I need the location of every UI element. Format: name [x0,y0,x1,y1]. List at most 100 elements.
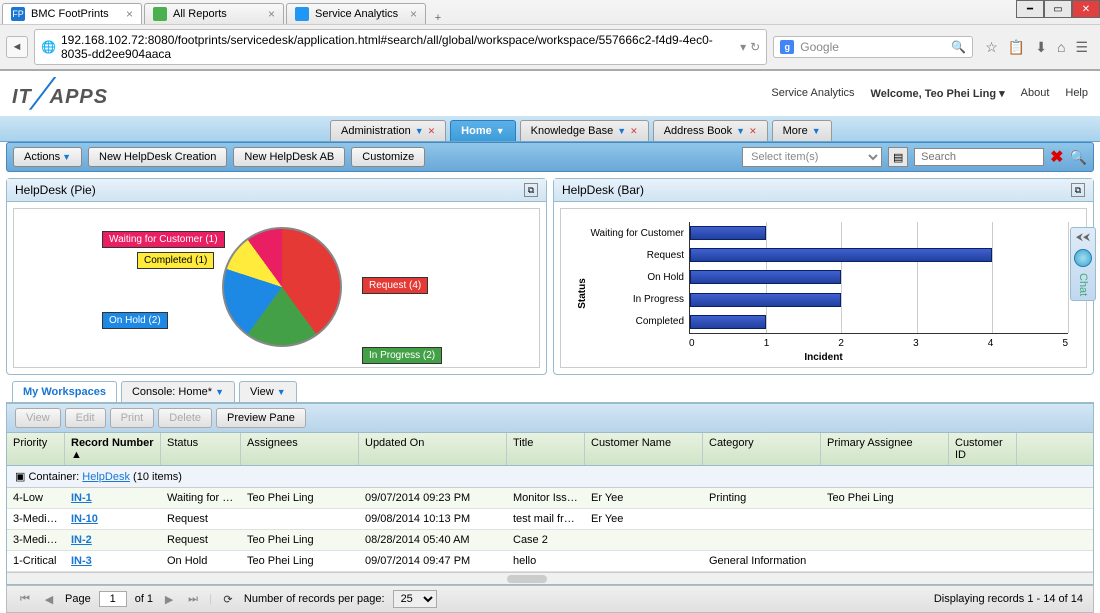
cell-updated: 08/28/2014 05:40 AM [359,530,507,550]
cell-category [703,530,821,550]
cell-assignees: Teo Phei Ling [241,530,359,550]
y-axis-label: Status [577,278,588,309]
cell-category [703,509,821,529]
tab-close-icon[interactable]: × [410,7,417,21]
new-helpdesk-ab-button[interactable]: New HelpDesk AB [233,147,345,167]
main-tab[interactable]: Administration▼✕ [330,120,446,141]
link-service-analytics[interactable]: Service Analytics [771,87,854,100]
browser-tab[interactable]: Service Analytics× [286,3,426,24]
dropdown-icon[interactable]: ▾ [740,40,746,54]
refresh-icon[interactable]: ⟳ [220,591,236,607]
col-title[interactable]: Title [507,433,585,465]
col-category[interactable]: Category [703,433,821,465]
popout-icon[interactable]: ⧉ [1071,183,1085,197]
close-tab-icon[interactable]: ✕ [630,126,638,137]
chat-sidebar[interactable]: ⮜⮜ Chat [1070,227,1096,301]
browser-tab[interactable]: FPBMC FootPrints× [2,3,142,24]
bar-rect [690,270,841,284]
home-icon[interactable]: ⌂ [1057,39,1065,56]
cell-customer [585,530,703,550]
pager-prev-icon[interactable]: ◀ [41,591,57,607]
actions-button[interactable]: Actions▼ [13,147,82,167]
window-close[interactable]: ✕ [1072,0,1100,18]
popout-icon[interactable]: ⧉ [524,183,538,197]
col-customer-name[interactable]: Customer Name [585,433,703,465]
preview-pane-button[interactable]: Preview Pane [216,408,306,428]
select-items-dropdown[interactable]: Select item(s) [742,147,882,167]
close-tab-icon[interactable]: ✕ [428,126,436,137]
table-row[interactable]: 3-MediumIN-2RequestTeo Phei Ling08/28/20… [7,530,1093,551]
pie-label-inprogress: In Progress (2) [362,347,442,364]
workspace-tab[interactable]: My Workspaces [12,381,117,402]
container-link[interactable]: HelpDesk [82,471,130,483]
bookmark-icon[interactable]: ☆ [985,39,998,56]
main-tab[interactable]: Home▼ [450,120,515,141]
cell-customer-id [949,488,1017,508]
col-assignees[interactable]: Assignees [241,433,359,465]
table-row[interactable]: 4-LowIN-1Waiting for Cu...Teo Phei Ling0… [7,488,1093,509]
cell-assignees: Teo Phei Ling [241,488,359,508]
record-link[interactable]: IN-3 [71,555,92,567]
downloads-icon[interactable]: ⬇ [1035,39,1047,56]
workspace-tab[interactable]: Console: Home* ▼ [121,381,235,402]
menu-icon[interactable]: ☰ [1075,39,1088,56]
record-link[interactable]: IN-2 [71,534,92,546]
table-row[interactable]: 3-MediumIN-10Request09/08/2014 10:13 PMt… [7,509,1093,530]
chat-collapse-icon[interactable]: ⮜⮜ [1076,232,1090,243]
tab-close-icon[interactable]: × [268,7,275,21]
main-tab[interactable]: Knowledge Base▼✕ [520,120,649,141]
records-per-page-select[interactable]: 25 [393,590,437,608]
reload-icon[interactable]: ↻ [750,40,760,54]
browser-tab[interactable]: All Reports× [144,3,284,24]
col-record-number[interactable]: Record Number ▲ [65,433,161,465]
panel-title: HelpDesk (Bar) [562,183,644,197]
tab-close-icon[interactable]: × [126,7,133,21]
record-link[interactable]: IN-1 [71,492,92,504]
cell-primary-assignee [821,551,949,571]
print-button[interactable]: Print [110,408,155,428]
main-tab[interactable]: Address Book▼✕ [653,120,768,141]
col-status[interactable]: Status [161,433,241,465]
collapse-icon[interactable]: ▣ [15,471,25,483]
record-link[interactable]: IN-10 [71,513,98,525]
col-customer-id[interactable]: Customer ID [949,433,1017,465]
link-about[interactable]: About [1021,87,1050,100]
pager-display-text: Displaying records 1 - 14 of 14 [934,593,1083,605]
window-minimize[interactable]: ━ [1016,0,1044,18]
search-input[interactable] [914,148,1044,166]
clipboard-icon[interactable]: 📋 [1008,39,1025,56]
cell-category: Printing [703,488,821,508]
url-input[interactable]: 🌐 192.168.102.72:8080/footprints/service… [34,29,767,65]
close-tab-icon[interactable]: ✕ [749,126,757,137]
delete-button[interactable]: Delete [158,408,212,428]
nav-back-button[interactable]: ◄ [6,36,28,58]
col-primary-assignee[interactable]: Primary Assignee [821,433,949,465]
pager-last-icon[interactable]: ⏭ [185,591,201,607]
x-tick: 0 [689,338,695,349]
x-tick: 1 [764,338,770,349]
link-welcome-user[interactable]: Welcome, Teo Phei Ling ▾ [871,87,1005,100]
search-magnifier-icon[interactable]: 🔍 [951,40,966,54]
col-updated-on[interactable]: Updated On [359,433,507,465]
main-tab[interactable]: More▼ [772,120,832,141]
page-number-input[interactable] [99,591,127,607]
new-tab-button[interactable]: + [428,12,448,24]
link-help[interactable]: Help [1065,87,1088,100]
chat-bubble-icon[interactable] [1074,249,1092,267]
browser-search-input[interactable]: g Google 🔍 [773,36,973,58]
table-row[interactable]: 1-CriticalIN-3On HoldTeo Phei Ling09/07/… [7,551,1093,572]
col-priority[interactable]: Priority [7,433,65,465]
horizontal-scrollbar[interactable] [7,572,1093,584]
view-button[interactable]: View [15,408,61,428]
clear-search-icon[interactable]: ✖ [1050,147,1063,167]
workspace-tab[interactable]: View ▼ [239,381,297,402]
search-icon[interactable]: 🔍 [1070,149,1087,166]
edit-button[interactable]: Edit [65,408,106,428]
pager-first-icon[interactable]: ⏮ [17,591,33,607]
customize-button[interactable]: Customize [351,147,425,167]
pager-next-icon[interactable]: ▶ [161,591,177,607]
new-helpdesk-creation-button[interactable]: New HelpDesk Creation [88,147,227,167]
cell-priority: 3-Medium [7,530,65,550]
list-view-icon[interactable]: ▤ [888,147,908,167]
window-maximize[interactable]: ▭ [1044,0,1072,18]
